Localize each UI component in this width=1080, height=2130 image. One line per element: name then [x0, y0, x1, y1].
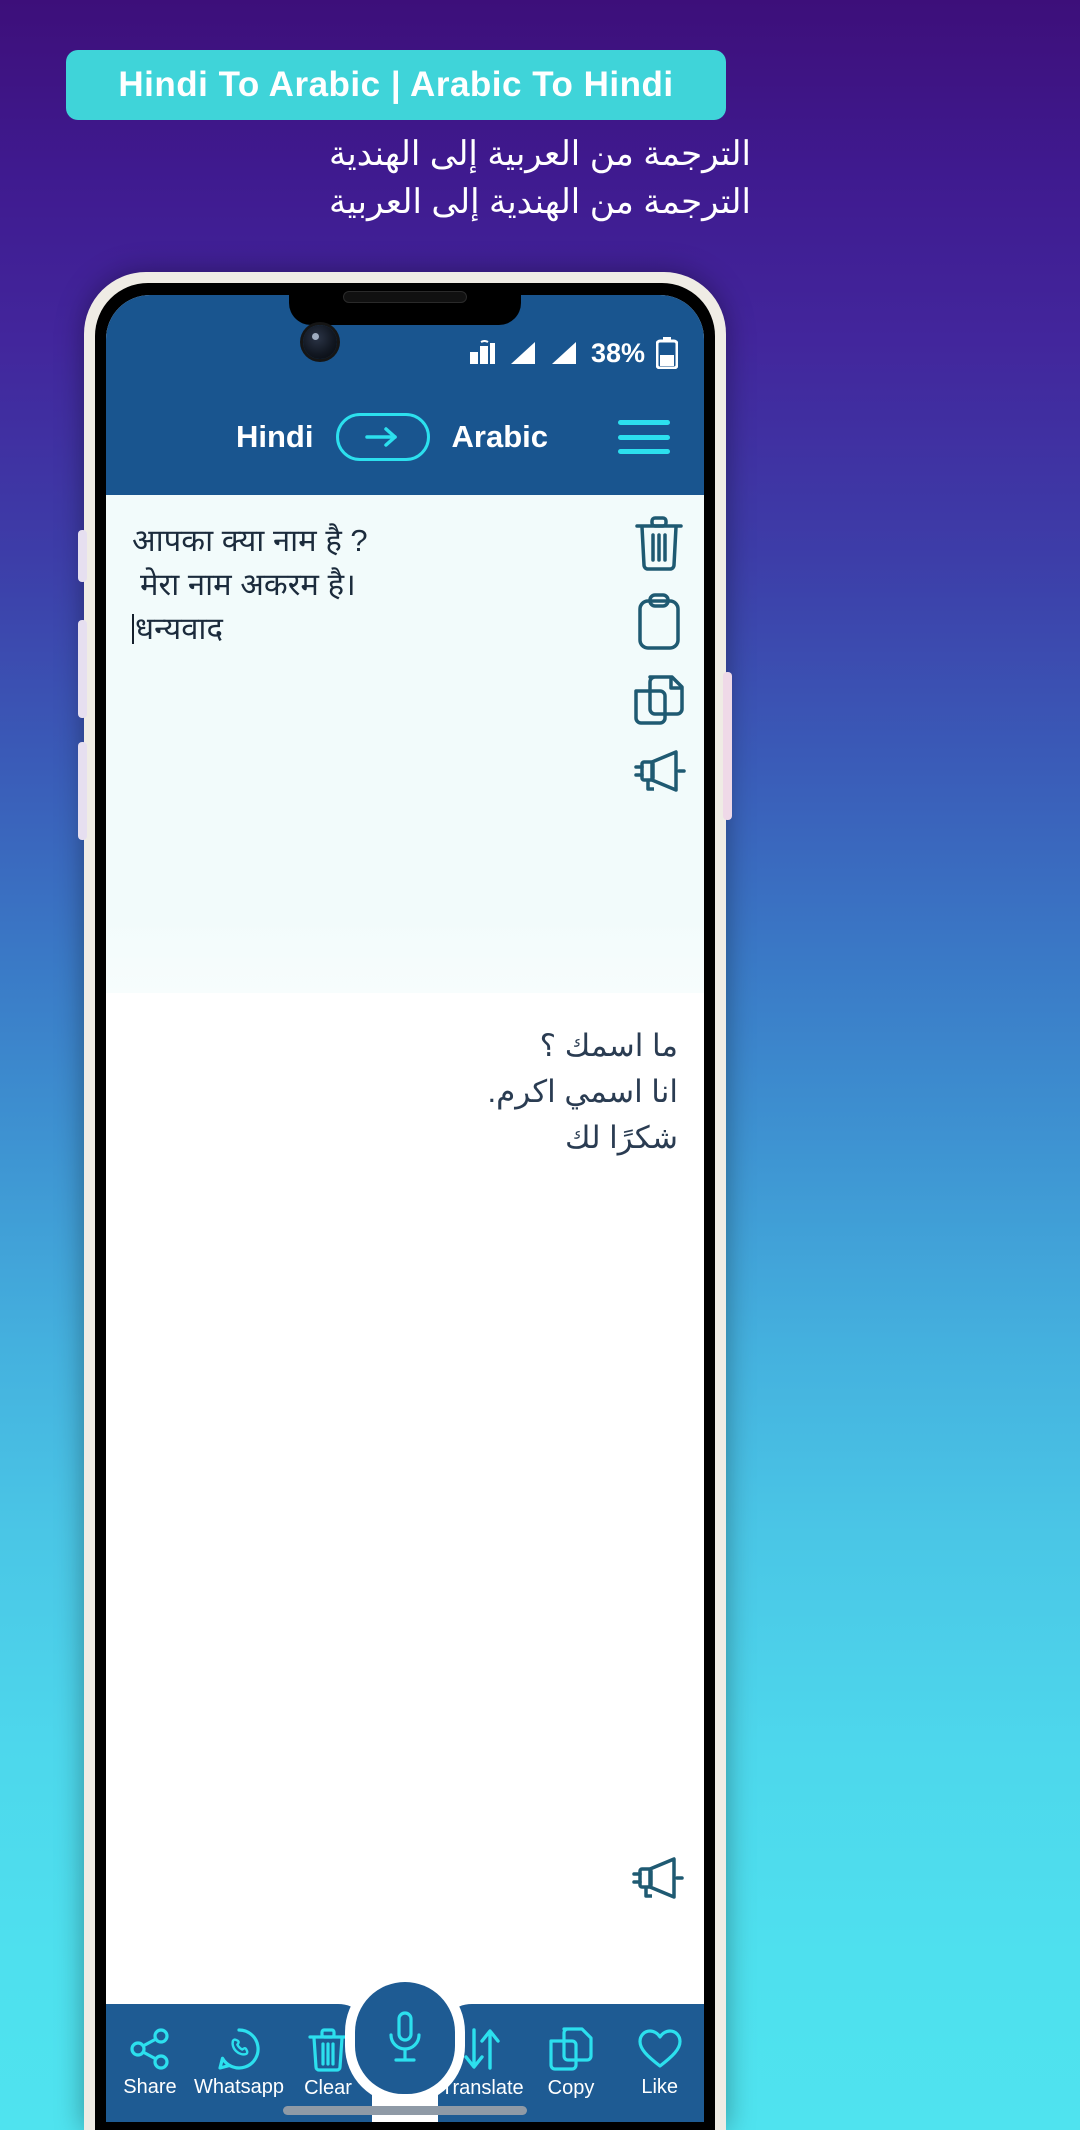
translated-text-line-2: انا اسمي اكرم. — [487, 1073, 678, 1109]
battery-icon — [656, 337, 678, 369]
promo-banner: Hindi To Arabic | Arabic To Hindi — [66, 50, 726, 120]
translate-arrows-icon — [464, 2028, 501, 2070]
phone-volume-down-button[interactable] — [78, 742, 87, 840]
speaker-icon — [632, 1857, 684, 1899]
promo-subtitle: الترجمة من العربية إلى الهندية الترجمة م… — [0, 130, 1080, 227]
clear-label: Clear — [304, 2077, 352, 2099]
app-bar: Hindi Arabic — [106, 379, 704, 495]
hamburger-menu-icon[interactable] — [618, 420, 670, 454]
wifi-signal-icon — [469, 340, 495, 364]
target-language-button[interactable]: Arabic — [452, 419, 548, 455]
microphone-fab-wrapper — [345, 1972, 465, 2104]
source-text-line-3: धन्यवाद — [135, 611, 223, 647]
source-actions-column — [632, 513, 686, 793]
like-label: Like — [641, 2076, 679, 2098]
phone-volume-up-button[interactable] — [78, 620, 87, 718]
microphone-icon — [389, 2011, 421, 2062]
earpiece-speaker — [343, 291, 467, 303]
delete-icon[interactable] — [633, 513, 685, 571]
signal-bars-icon — [551, 342, 576, 364]
share-icon — [130, 2028, 169, 2070]
source-text-area[interactable]: आपका क्या नाम है ? मेरा नाम अकरम है। धन्… — [132, 519, 564, 651]
translated-text-line-1: ما اسمك ؟ — [539, 1028, 678, 1063]
hamburger-line — [618, 434, 670, 440]
promo-subtitle-line-2: الترجمة من الهندية إلى العربية — [329, 183, 751, 222]
front-camera-icon — [303, 325, 337, 359]
battery-percentage: 38% — [590, 337, 645, 368]
promo-subtitle-line-1: الترجمة من العربية إلى الهندية — [329, 135, 751, 173]
status-bar-icons: 38% — [468, 337, 678, 369]
translated-text-line-3: شكرًا لك — [565, 1119, 678, 1155]
source-text-line-2: मेरा नाम अकरम है। — [140, 567, 356, 603]
bottom-toolbar-right: Translate Copy Like — [438, 2004, 704, 2122]
language-selector: Hindi Arabic — [236, 413, 548, 461]
whatsapp-label: Whatsapp — [193, 2076, 285, 2098]
phone-screen: 38% Hindi Arabic आपका क्या नाम है ? मेरा… — [106, 295, 704, 2122]
home-indicator — [283, 2106, 527, 2115]
bottom-toolbar-left: Share Whatsapp Clear — [106, 2004, 372, 2122]
translated-speak-button[interactable] — [630, 1856, 684, 1905]
share-button[interactable]: Share — [106, 2027, 194, 2099]
whatsapp-button[interactable]: Whatsapp — [194, 2027, 284, 2099]
text-caret — [132, 614, 134, 645]
hamburger-line — [618, 420, 670, 425]
copy-icon — [549, 2027, 593, 2071]
phone-mute-button[interactable] — [78, 530, 87, 582]
signal-bars-icon — [510, 342, 535, 364]
copy-icon[interactable] — [632, 673, 686, 727]
phone-power-button[interactable] — [723, 672, 732, 820]
speaker-icon[interactable] — [632, 749, 686, 793]
promo-banner-title: Hindi To Arabic | Arabic To Hindi — [118, 65, 674, 104]
translated-text-area: ما اسمك ؟ انا اسمي اكرم. شكرًا لك — [166, 1023, 678, 1161]
copy-button[interactable]: Copy — [527, 2026, 616, 2100]
source-text-line-1: आपका क्या नाम है ? — [132, 523, 368, 558]
phone-bezel: 38% Hindi Arabic आपका क्या नाम है ? मेरा… — [95, 283, 715, 2130]
microphone-button[interactable] — [355, 1982, 455, 2094]
phone-notch — [289, 283, 521, 325]
hamburger-line — [618, 449, 670, 454]
paste-icon[interactable] — [635, 593, 683, 651]
whatsapp-icon — [218, 2028, 260, 2070]
copy-label: Copy — [547, 2077, 595, 2099]
swap-languages-button[interactable] — [335, 413, 430, 461]
arrow-right-icon — [364, 427, 397, 447]
source-language-button[interactable]: Hindi — [236, 419, 314, 455]
like-button[interactable]: Like — [615, 2027, 704, 2099]
share-label: Share — [123, 2076, 177, 2098]
source-text-panel[interactable]: आपका क्या नाम है ? मेरा नाम अकरम है। धन्… — [106, 495, 704, 993]
bottom-toolbar: Share Whatsapp Clear Translate Copy Like — [106, 1972, 704, 2122]
heart-icon — [638, 2029, 682, 2068]
trash-icon — [308, 2028, 348, 2072]
phone-mockup: 38% Hindi Arabic आपका क्या नाम है ? मेरा… — [78, 272, 732, 2130]
translated-text-panel[interactable]: ما اسمك ؟ انا اسمي اكرم. شكرًا لك — [106, 993, 704, 1923]
